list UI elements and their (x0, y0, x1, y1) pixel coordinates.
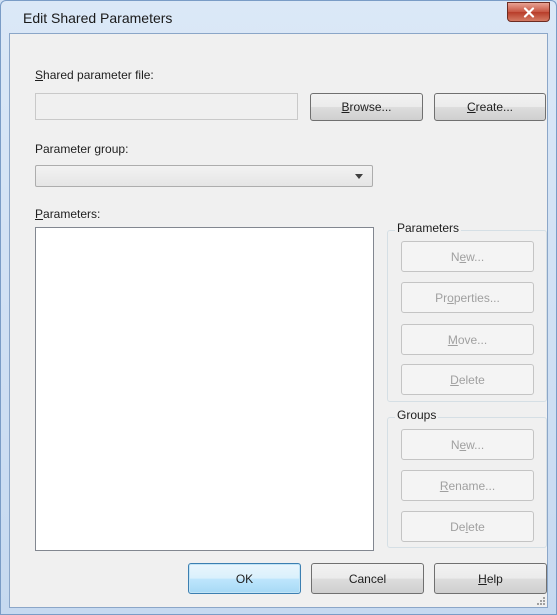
resize-grip-icon[interactable] (535, 595, 545, 605)
parameter-group-dropdown[interactable] (35, 165, 373, 187)
delete-parameter-button[interactable]: Delete (401, 364, 534, 395)
shared-parameter-file-label: Shared parameter file: (35, 68, 154, 82)
ok-button[interactable]: OK (188, 563, 301, 594)
move-button[interactable]: Move... (401, 324, 534, 355)
properties-button[interactable]: Pr o perties... (401, 282, 534, 313)
dialog-body: Shared parameter file: Browse... Create.… (9, 33, 548, 608)
help-button[interactable]: Help (434, 563, 547, 594)
groups-groupbox-title: Groups (395, 408, 439, 422)
rename-group-button[interactable]: Rename... (401, 470, 534, 501)
chevron-down-icon (355, 174, 363, 179)
create-button[interactable]: Create... (434, 93, 546, 121)
parameter-group-label: Parameter group: (35, 142, 129, 156)
parameters-groupbox-title: Parameters (395, 221, 462, 235)
delete-group-button[interactable]: De l ete (401, 511, 534, 542)
dialog-window: Edit Shared Parameters Shared parameter … (0, 0, 557, 615)
shared-parameter-file-field[interactable] (35, 93, 298, 120)
parameters-listbox[interactable] (35, 227, 374, 551)
close-button[interactable] (507, 2, 550, 22)
new-group-button[interactable]: Ne w... (401, 429, 534, 460)
new-parameter-button[interactable]: Ne w... (401, 241, 534, 272)
title-bar[interactable]: Edit Shared Parameters (1, 1, 556, 33)
parameters-list-label: Parameters: (35, 207, 101, 221)
cancel-button[interactable]: Cancel (311, 563, 424, 594)
browse-button[interactable]: Browse... (310, 93, 423, 121)
window-title: Edit Shared Parameters (23, 10, 173, 26)
close-icon (523, 6, 534, 18)
